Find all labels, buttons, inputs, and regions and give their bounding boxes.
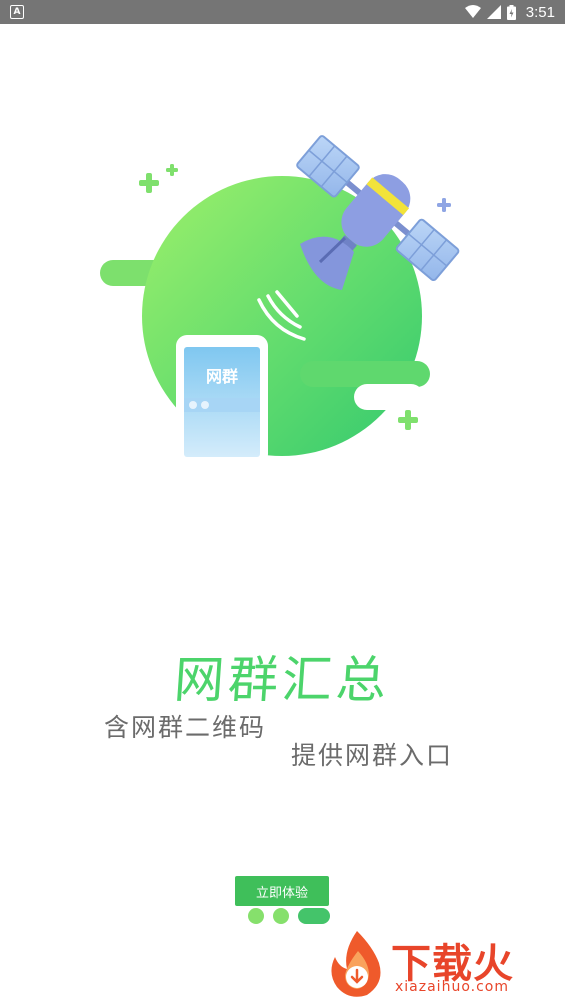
status-icons: 3:51 [464,0,555,24]
battery-icon [506,4,516,20]
try-now-button[interactable]: 立即体验 [235,876,329,906]
watermark-site: xiazaihuo.com [395,979,509,995]
page-dot-active[interactable] [298,908,330,924]
notification-icon: A [10,5,24,19]
wifi-icon [464,5,481,18]
slogan-line-2: 提供网群入口 [291,741,454,770]
flame-download-icon [331,931,381,997]
slogan-line-1: 含网群二维码 [104,713,267,742]
status-bar: A 3:51 [0,0,565,24]
watermark: 下载火 xiazaihuo.com [327,929,555,1001]
status-time: 3:51 [525,3,555,21]
phone-illustration: 网群 [176,335,268,465]
signal-icon [486,5,501,19]
phone-screen-label: 网群 [206,367,238,386]
page-indicator [248,908,330,924]
page-dot[interactable] [248,908,264,924]
page-dot[interactable] [273,908,289,924]
onboarding-illustration: 网群 [100,135,460,465]
page-title: 网群汇总 [172,651,393,709]
sparkle-blue-icon [437,198,451,212]
